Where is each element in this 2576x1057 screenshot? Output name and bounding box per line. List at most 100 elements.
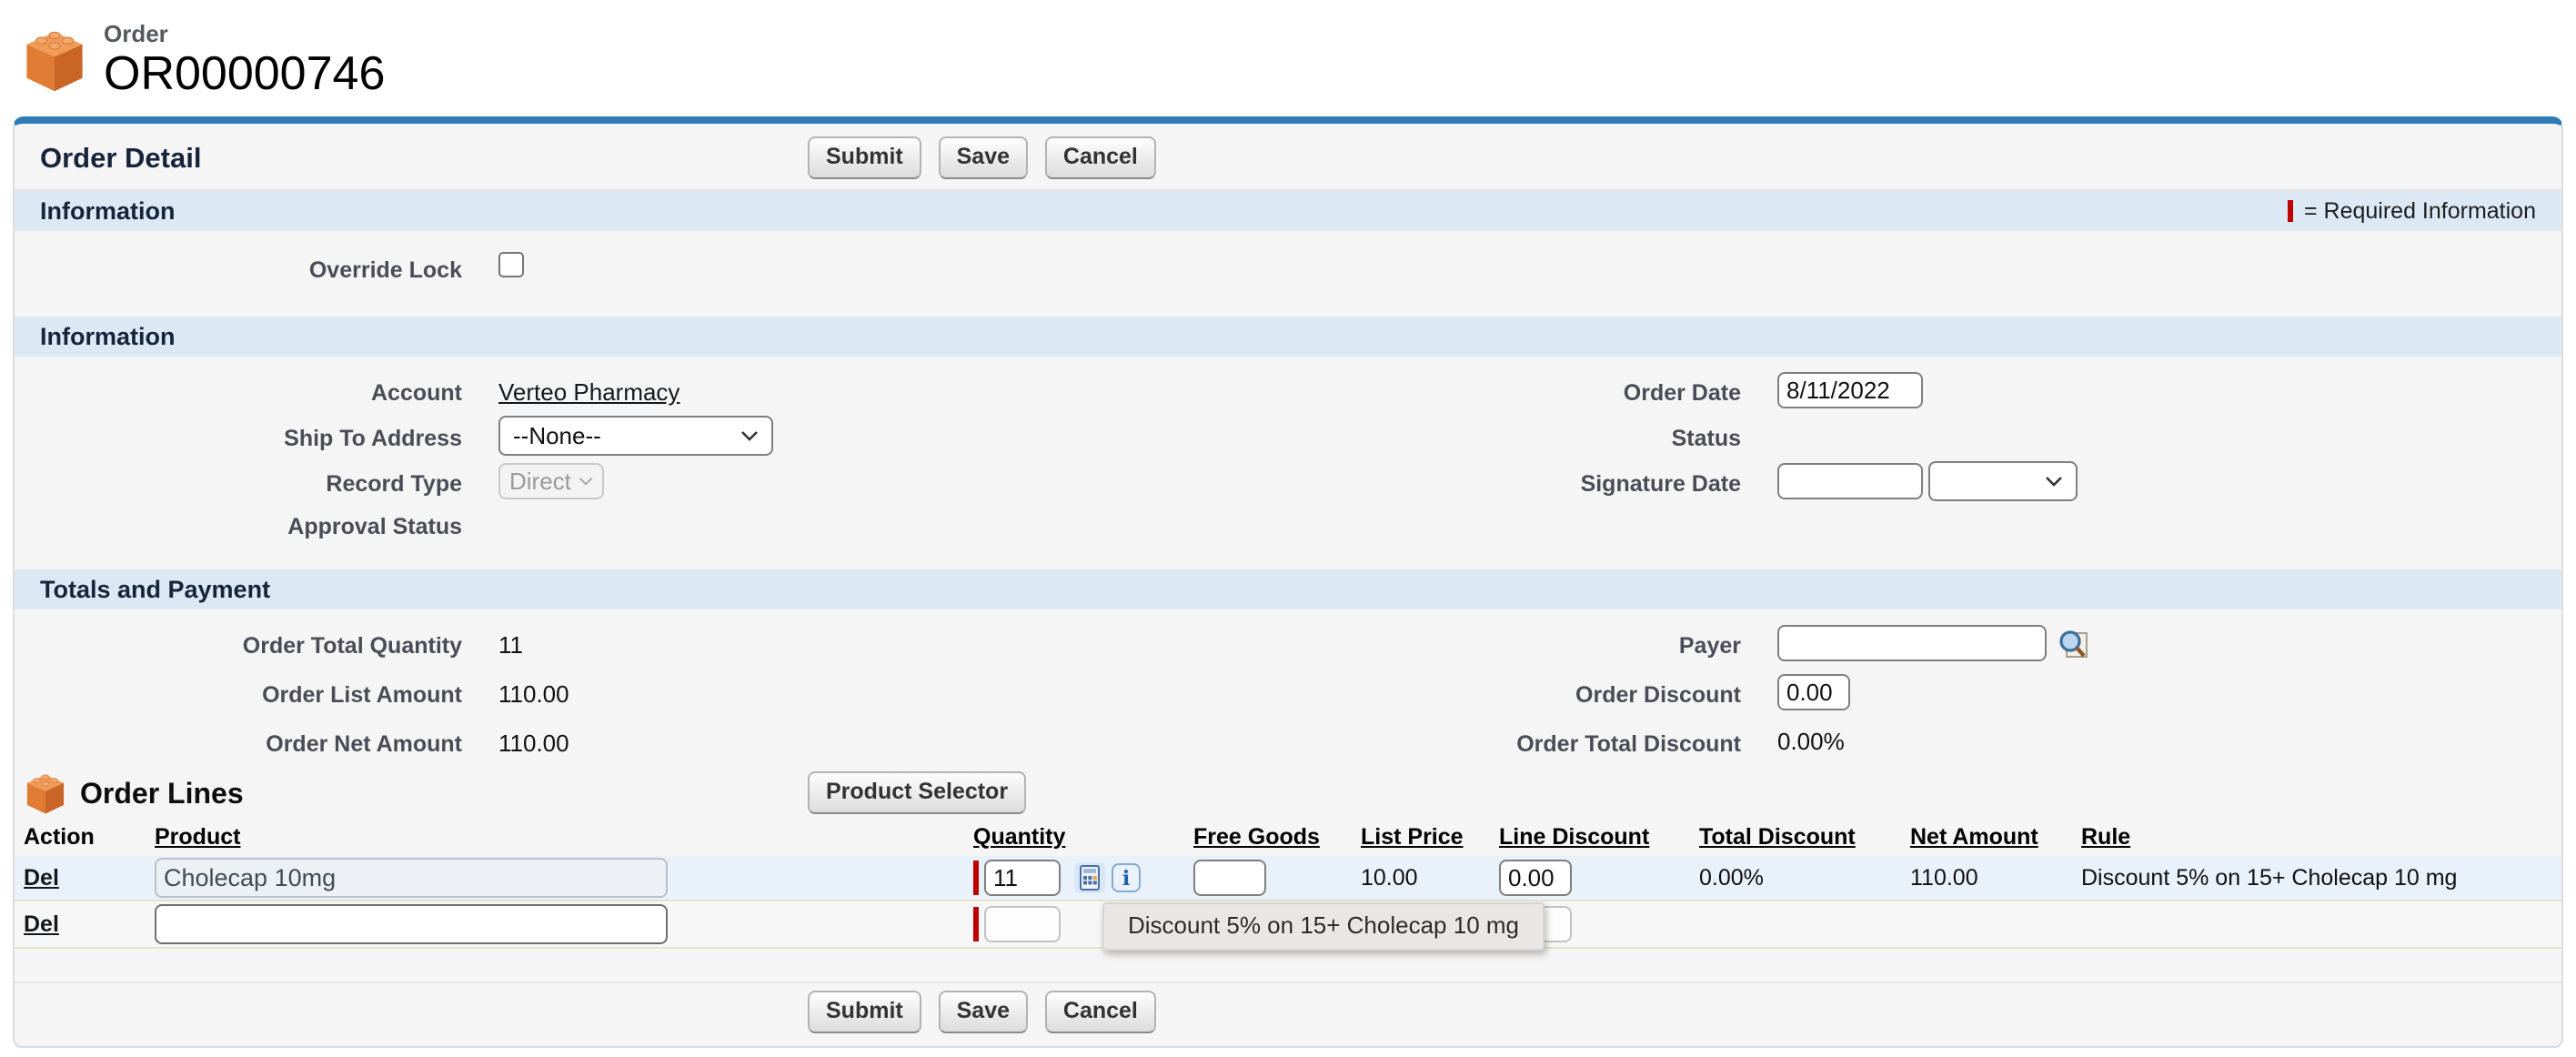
- required-bar: [973, 861, 979, 895]
- table-header-row: Action Product Quantity Free Goods List …: [15, 820, 2561, 856]
- record-type-label: Record Type: [326, 471, 462, 497]
- col-quantity[interactable]: Quantity: [964, 820, 1184, 856]
- col-action: Action: [15, 820, 146, 856]
- page-header-text: Order OR00000746: [104, 16, 385, 99]
- section-bar-information: Information: [15, 317, 2561, 357]
- signature-date-input[interactable]: [1777, 463, 1923, 499]
- required-bar-icon: [2288, 200, 2293, 222]
- quantity-input[interactable]: [984, 860, 1061, 896]
- col-product[interactable]: Product: [146, 820, 964, 856]
- total-discount-value: 0.00%: [1699, 865, 1764, 891]
- payer-label: Payer: [1679, 633, 1741, 659]
- info-icon[interactable]: i: [1112, 863, 1141, 892]
- rule-value: Discount 5% on 15+ Cholecap 10 mg: [2081, 865, 2457, 891]
- detail-header: Order Detail Submit Save Cancel: [15, 124, 2561, 189]
- free-goods-input[interactable]: [1193, 860, 1266, 896]
- order-list-amount-label: Order List Amount: [262, 682, 462, 708]
- line-discount-input[interactable]: [1499, 860, 1572, 896]
- col-total-discount[interactable]: Total Discount: [1690, 820, 1901, 856]
- col-list-price[interactable]: List Price: [1352, 820, 1490, 856]
- order-edit-page: Order OR00000746 Order Detail Submit Sav…: [0, 0, 2576, 1057]
- col-free-goods[interactable]: Free Goods: [1184, 820, 1352, 856]
- order-date-label: Order Date: [1624, 380, 1741, 406]
- product-input[interactable]: [155, 904, 668, 944]
- section-bar-information-lock: Information = Required Information: [15, 191, 2561, 231]
- account-label: Account: [371, 380, 462, 406]
- override-lock-row: Override Lock: [15, 246, 2561, 289]
- form-row: Order Net Amount 110.00 Order Total Disc…: [15, 717, 2561, 766]
- lookup-icon[interactable]: [2056, 626, 2090, 660]
- order-line-row: Del: [15, 856, 2561, 901]
- page-header: Order OR00000746: [0, 0, 2576, 98]
- section-title: Totals and Payment: [40, 576, 270, 604]
- submit-button[interactable]: Submit: [808, 991, 921, 1033]
- order-discount-input[interactable]: [1777, 674, 1850, 710]
- order-cube-icon: [22, 24, 87, 96]
- form-row: Account Verteo Pharmacy Order Date: [15, 367, 2561, 413]
- chevron-down-icon: [579, 476, 593, 487]
- ship-to-address-select[interactable]: --None--: [498, 416, 773, 456]
- page-title: OR00000746: [104, 48, 385, 99]
- col-net-amount[interactable]: Net Amount: [1901, 820, 2072, 856]
- submit-button[interactable]: Submit: [808, 136, 921, 179]
- order-total-quantity-value: 11: [498, 631, 523, 659]
- totals-form: Order Total Quantity 11 Payer Order List…: [15, 619, 2561, 766]
- required-legend: = Required Information: [2288, 198, 2536, 225]
- order-total-quantity-label: Order Total Quantity: [243, 633, 462, 659]
- save-button[interactable]: Save: [939, 136, 1028, 179]
- order-lines-title: Order Lines: [80, 777, 244, 810]
- record-type-select: Direct: [498, 463, 604, 499]
- cancel-button[interactable]: Cancel: [1045, 136, 1156, 179]
- account-link[interactable]: Verteo Pharmacy: [498, 378, 679, 406]
- form-row: Order List Amount 110.00 Order Discount: [15, 668, 2561, 717]
- record-type-selected: Direct: [509, 468, 571, 496]
- product-input: [155, 858, 668, 898]
- delete-line-link[interactable]: Del: [24, 865, 59, 891]
- chevron-down-icon: [2045, 476, 2063, 487]
- order-discount-label: Order Discount: [1575, 682, 1741, 708]
- form-row: Record Type Direct Signature Date: [15, 458, 2561, 504]
- order-net-amount-label: Order Net Amount: [266, 731, 462, 757]
- calculator-icon[interactable]: [1073, 861, 1106, 894]
- order-cube-icon: [24, 770, 67, 817]
- section-title: Information: [40, 197, 176, 226]
- status-label: Status: [1672, 426, 1741, 451]
- quantity-input[interactable]: [984, 906, 1061, 942]
- svg-text:i: i: [1122, 867, 1130, 891]
- delete-line-link[interactable]: Del: [24, 911, 59, 937]
- signature-time-select[interactable]: [1928, 461, 2078, 501]
- approval-status-label: Approval Status: [287, 514, 462, 539]
- product-selector-button[interactable]: Product Selector: [808, 771, 1026, 814]
- chevron-down-icon: [740, 430, 759, 441]
- required-bar: [973, 907, 979, 941]
- cancel-button[interactable]: Cancel: [1045, 991, 1156, 1033]
- rule-tooltip: Discount 5% on 15+ Cholecap 10 mg: [1102, 902, 1545, 951]
- col-line-discount[interactable]: Line Discount: [1490, 820, 1690, 856]
- override-lock-checkbox[interactable]: [498, 252, 524, 277]
- order-list-amount-value: 110.00: [498, 680, 569, 708]
- required-legend-text: = Required Information: [2304, 198, 2536, 225]
- top-button-row: Submit Save Cancel: [808, 136, 1165, 179]
- signature-date-label: Signature Date: [1581, 471, 1741, 497]
- order-total-discount-value: 0.00%: [1777, 728, 1845, 756]
- information-form: Account Verteo Pharmacy Order Date Ship …: [15, 367, 2561, 544]
- entity-label: Order: [104, 20, 385, 48]
- order-lines-header: Order Lines Product Selector: [15, 766, 2561, 820]
- order-total-discount-label: Order Total Discount: [1516, 731, 1741, 757]
- bottom-button-row: Submit Save Cancel: [15, 983, 2561, 1046]
- order-date-input[interactable]: [1777, 372, 1923, 408]
- save-button[interactable]: Save: [939, 991, 1028, 1033]
- panel-title: Order Detail: [40, 142, 201, 175]
- ship-to-address-label: Ship To Address: [284, 426, 462, 451]
- ship-to-address-selected: --None--: [513, 422, 601, 450]
- form-row: Order Total Quantity 11 Payer: [15, 619, 2561, 668]
- col-rule[interactable]: Rule: [2072, 820, 2561, 856]
- order-net-amount-value: 110.00: [498, 730, 569, 757]
- section-bar-totals: Totals and Payment: [15, 569, 2561, 609]
- payer-input[interactable]: [1777, 625, 2047, 661]
- section-title: Information: [40, 323, 176, 351]
- override-lock-label: Override Lock: [309, 257, 462, 283]
- form-row: Ship To Address --None-- Status: [15, 413, 2561, 458]
- net-amount-value: 110.00: [1910, 865, 1978, 891]
- form-row: Approval Status: [15, 504, 2561, 544]
